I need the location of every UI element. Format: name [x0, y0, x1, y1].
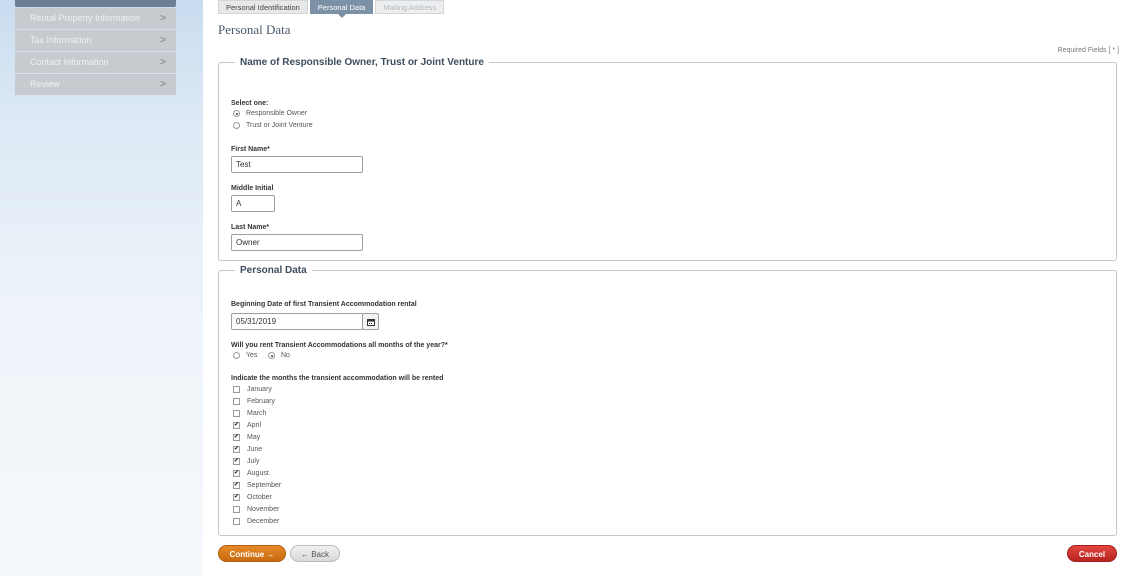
- month-checkbox-may[interactable]: ✔ May: [233, 434, 260, 441]
- radio-label: Yes: [246, 352, 258, 359]
- month-checkbox-april[interactable]: ✔ April: [233, 422, 261, 429]
- checkbox-label: April: [247, 422, 262, 429]
- cancel-button[interactable]: Cancel: [1067, 545, 1117, 562]
- month-checkbox-october[interactable]: ✔ October: [233, 494, 272, 501]
- month-checkbox-june[interactable]: ✔ June: [233, 446, 262, 453]
- main-panel: Personal Identification Personal Data Ma…: [203, 0, 1140, 576]
- month-checkbox-november[interactable]: November: [233, 506, 279, 513]
- sidebar: Rental Property Information > Tax Inform…: [15, 0, 176, 95]
- radio-label: Trust or Joint Venture: [246, 122, 313, 129]
- checkbox-label: March: [247, 410, 267, 417]
- calendar-icon: [366, 318, 375, 326]
- radio-all-months-yes[interactable]: Yes: [233, 352, 257, 359]
- personal-data-legend: Personal Data: [240, 265, 307, 276]
- checkbox-label: July: [247, 458, 260, 465]
- select-one-label: Select one:: [231, 100, 269, 107]
- month-checkbox-march[interactable]: March: [233, 410, 266, 417]
- chevron-right-icon: >: [160, 13, 166, 24]
- checkbox-label: February: [247, 398, 276, 405]
- month-checkbox-july[interactable]: ✔ July: [233, 458, 259, 465]
- month-checkbox-january[interactable]: January: [233, 386, 272, 393]
- checkbox-label: December: [247, 518, 280, 525]
- continue-button[interactable]: Continue →: [218, 545, 286, 562]
- checkbox-label: October: [247, 494, 272, 501]
- radio-label: No: [281, 352, 290, 359]
- chevron-right-icon: >: [160, 79, 166, 90]
- checkbox[interactable]: ✔: [233, 458, 240, 465]
- back-button[interactable]: ← Back: [290, 545, 340, 562]
- radio-button[interactable]: [233, 352, 240, 359]
- sidebar-item-label: Rental Property Information: [30, 13, 141, 23]
- tab-label: Personal Data: [317, 3, 366, 12]
- months-label: Indicate the months the transient accomm…: [231, 375, 444, 382]
- radio-button[interactable]: [268, 352, 275, 359]
- tab-personal-data[interactable]: Personal Data: [309, 0, 374, 18]
- radio-button[interactable]: [233, 122, 240, 129]
- tab-mailing-address[interactable]: Mailing Address: [375, 0, 445, 14]
- month-checkbox-december[interactable]: December: [233, 518, 279, 525]
- checkbox[interactable]: ✔: [233, 422, 240, 429]
- sidebar-item-contact-information[interactable]: Contact Information >: [15, 52, 176, 73]
- checkbox-label: November: [247, 506, 280, 513]
- middle-initial-label: Middle Initial: [231, 185, 274, 192]
- calendar-button[interactable]: [362, 313, 379, 330]
- begin-date-label: Beginning Date of first Transient Accomm…: [231, 301, 417, 308]
- radio-trust-joint-venture[interactable]: Trust or Joint Venture: [233, 122, 313, 129]
- page-title: Personal Data: [218, 22, 291, 37]
- sidebar-item-review[interactable]: Review >: [15, 74, 176, 95]
- checkbox[interactable]: [233, 410, 240, 417]
- sidebar-item-label: Contact Information: [30, 57, 109, 67]
- radio-label: Responsible Owner: [246, 110, 308, 117]
- radio-all-months-no[interactable]: No: [268, 352, 290, 359]
- checkbox-label: August: [247, 470, 269, 477]
- checkbox[interactable]: ✔: [233, 434, 240, 441]
- checkbox[interactable]: [233, 398, 240, 405]
- sidebar-item-rental-property[interactable]: Rental Property Information >: [15, 8, 176, 29]
- month-checkbox-february[interactable]: February: [233, 398, 275, 405]
- owner-legend: Name of Responsible Owner, Trust or Join…: [240, 57, 484, 68]
- checkbox[interactable]: ✔: [233, 494, 240, 501]
- sidebar-item-label: Review: [30, 79, 60, 89]
- checkbox[interactable]: [233, 386, 240, 393]
- checkbox-label: May: [247, 434, 261, 441]
- month-checkbox-september[interactable]: ✔ September: [233, 482, 281, 489]
- checkbox[interactable]: ✔: [233, 482, 240, 489]
- middle-initial-input[interactable]: A: [231, 195, 275, 212]
- all-months-label: Will you rent Transient Accommodations a…: [231, 342, 448, 349]
- chevron-right-icon: >: [160, 35, 166, 46]
- required-fields-note: Required Fields [ * ]: [1057, 47, 1119, 54]
- last-name-label: Last Name*: [231, 224, 270, 231]
- checkbox[interactable]: [233, 518, 240, 525]
- personal-data-fieldset: Personal Data Beginning Date of first Tr…: [218, 265, 1117, 536]
- radio-button[interactable]: [233, 110, 240, 117]
- active-tab-caret: [337, 14, 346, 18]
- checkbox[interactable]: ✔: [233, 446, 240, 453]
- checkbox-label: June: [247, 446, 263, 453]
- begin-date-input[interactable]: 05/31/2019: [231, 313, 363, 330]
- last-name-input[interactable]: Owner: [231, 234, 363, 251]
- checkbox-label: September: [247, 482, 282, 489]
- first-name-label: First Name*: [231, 146, 270, 153]
- radio-responsible-owner[interactable]: Responsible Owner: [233, 110, 307, 117]
- first-name-input[interactable]: Test: [231, 156, 363, 173]
- sidebar-item-tax-information[interactable]: Tax Information >: [15, 30, 176, 51]
- checkbox-label: January: [247, 386, 272, 393]
- step-tabs: Personal Identification Personal Data Ma…: [218, 0, 446, 18]
- chevron-right-icon: >: [160, 57, 166, 68]
- tab-personal-identification[interactable]: Personal Identification: [218, 0, 308, 14]
- owner-fieldset: Name of Responsible Owner, Trust or Join…: [218, 57, 1117, 261]
- sidebar-item-label: Tax Information: [30, 35, 92, 45]
- month-checkbox-august[interactable]: ✔ August: [233, 470, 269, 477]
- checkbox[interactable]: ✔: [233, 470, 240, 477]
- sidebar-active-item[interactable]: [15, 0, 176, 7]
- checkbox[interactable]: [233, 506, 240, 513]
